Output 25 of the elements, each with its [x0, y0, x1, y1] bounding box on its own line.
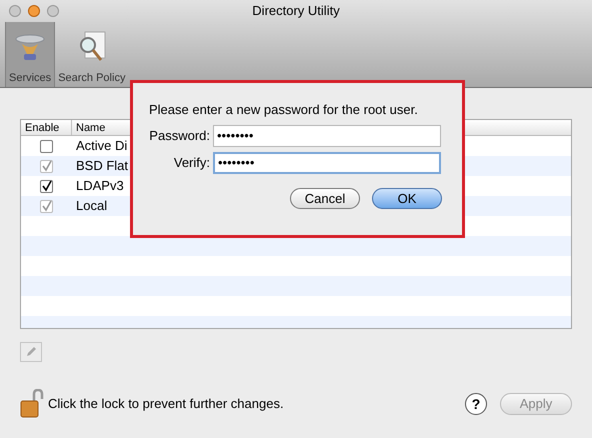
toolbar-tab[interactable]: Search Policy	[55, 22, 128, 87]
toolbar-tab[interactable]: Services	[5, 22, 56, 87]
service-name: BSD Flat	[75, 157, 130, 176]
field-label: Verify:	[172, 154, 211, 172]
pencil-icon	[25, 346, 37, 358]
minimize-button[interactable]	[28, 4, 40, 17]
service-name: Active Di	[75, 137, 128, 156]
zoom-button[interactable]	[47, 4, 59, 17]
open-lock-icon[interactable]	[20, 389, 46, 419]
close-button[interactable]	[9, 4, 21, 17]
help-button[interactable]: ?	[465, 393, 487, 415]
field-label: Password:	[149, 126, 211, 145]
column-header[interactable]: Enable	[21, 120, 72, 135]
checkbox[interactable]	[40, 140, 53, 152]
sheet-button[interactable]: OK	[372, 188, 442, 208]
sheet-button[interactable]: Cancel	[290, 188, 360, 208]
checkbox[interactable]	[40, 180, 53, 192]
password-field[interactable]: ••••••••	[213, 152, 441, 174]
lock-message: Click the lock to prevent further changes.	[48, 395, 284, 414]
sheet-message: Please enter a new password for the root user.	[149, 101, 419, 119]
service-name: Local	[75, 197, 108, 216]
edit-button[interactable]	[20, 342, 42, 362]
window-title: Directory Utility	[252, 2, 340, 20]
password-field[interactable]: ••••••••	[213, 124, 441, 146]
service-name: LDAPv3	[75, 177, 125, 196]
